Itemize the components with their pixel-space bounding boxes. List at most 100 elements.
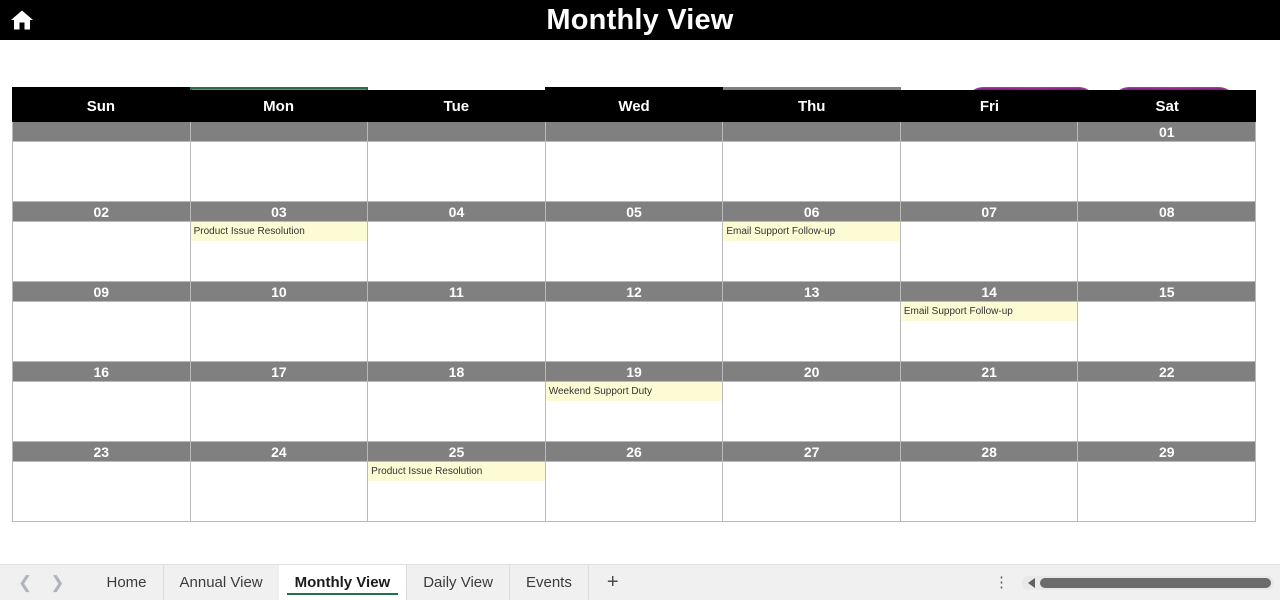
weekday-header-sun: Sun <box>86 97 116 115</box>
calendar-day-cell[interactable]: 04 <box>368 202 546 282</box>
day-cell-body[interactable] <box>546 462 723 521</box>
day-number <box>368 122 545 142</box>
sheet-tab-home[interactable]: Home <box>90 564 163 600</box>
calendar-day-cell[interactable]: 12 <box>545 282 724 362</box>
day-cell-body[interactable] <box>901 222 1078 281</box>
day-cell-body[interactable] <box>1078 382 1255 441</box>
calendar-day-cell[interactable]: 26 <box>545 442 724 522</box>
day-cell-body[interactable] <box>191 142 368 201</box>
calendar-day-cell[interactable]: 05 <box>545 202 724 282</box>
scrollbar-thumb[interactable] <box>1040 577 1271 588</box>
add-sheet-button[interactable]: + <box>587 564 637 600</box>
kebab-menu-icon[interactable]: ⋮ <box>982 575 1022 590</box>
scroll-left-arrow-icon[interactable] <box>1028 577 1035 588</box>
day-cell-body[interactable] <box>13 302 190 361</box>
calendar-day-cell[interactable]: 08 <box>1078 202 1257 282</box>
calendar-day-cell[interactable]: 18 <box>368 362 546 442</box>
day-cell-body[interactable] <box>546 302 723 361</box>
calendar-day-cell[interactable]: 24 <box>190 442 369 522</box>
chevron-left-icon[interactable]: ❮ <box>18 574 32 591</box>
day-cell-body[interactable]: Product Issue Resolution <box>368 462 545 521</box>
calendar-day-cell[interactable] <box>368 122 546 202</box>
day-cell-body[interactable] <box>546 142 723 201</box>
day-cell-body[interactable] <box>191 302 368 361</box>
calendar-day-cell[interactable]: 25 Product Issue Resolution <box>368 442 546 522</box>
day-number: 12 <box>545 282 723 302</box>
calendar-event[interactable]: Weekend Support Duty <box>545 382 723 401</box>
day-number: 13 <box>723 282 900 302</box>
calendar-day-cell[interactable] <box>12 122 191 202</box>
calendar-day-cell[interactable]: 21 <box>900 362 1079 442</box>
day-cell-body[interactable]: Product Issue Resolution <box>190 222 368 281</box>
day-cell-body[interactable] <box>723 142 900 201</box>
day-cell-body[interactable] <box>1078 222 1255 281</box>
day-cell-body[interactable] <box>901 142 1078 201</box>
calendar-day-cell[interactable]: 14 Email Support Follow-up <box>900 282 1079 362</box>
day-number: 06 <box>723 202 900 222</box>
calendar-day-cell[interactable]: 28 <box>900 442 1079 522</box>
day-number: 29 <box>1078 442 1256 462</box>
calendar-event[interactable]: Email Support Follow-up <box>723 222 900 241</box>
calendar-week-row: 16 17 18 19 Weekend Support Duty 20 21 22 <box>12 362 1257 442</box>
calendar-day-cell[interactable]: 20 <box>723 362 901 442</box>
calendar-day-cell[interactable] <box>723 122 901 202</box>
calendar-day-cell[interactable]: 15 <box>1078 282 1257 362</box>
calendar-day-cell[interactable] <box>190 122 369 202</box>
sheet-tab-annual-view[interactable]: Annual View <box>162 564 279 600</box>
day-cell-body[interactable] <box>1078 462 1255 521</box>
day-number: 10 <box>190 282 368 302</box>
day-cell-body[interactable] <box>1078 142 1255 201</box>
day-cell-body[interactable] <box>901 462 1078 521</box>
day-cell-body[interactable] <box>13 462 190 521</box>
calendar-day-cell[interactable]: 11 <box>368 282 546 362</box>
day-cell-body[interactable] <box>368 142 545 201</box>
sheet-tab-monthly-view[interactable]: Monthly View <box>278 564 407 600</box>
home-icon[interactable] <box>6 4 38 36</box>
calendar-day-cell[interactable]: 16 <box>12 362 191 442</box>
day-cell-body[interactable] <box>13 222 190 281</box>
calendar-day-cell[interactable] <box>900 122 1079 202</box>
calendar-day-cell[interactable]: 13 <box>723 282 901 362</box>
day-cell-body[interactable] <box>368 382 545 441</box>
calendar-day-cell[interactable]: 29 <box>1078 442 1257 522</box>
calendar-day-cell[interactable]: 23 <box>12 442 191 522</box>
day-cell-body[interactable]: Email Support Follow-up <box>723 222 900 281</box>
chevron-right-icon[interactable]: ❯ <box>50 574 64 591</box>
day-number: 23 <box>13 442 190 462</box>
calendar-day-cell[interactable]: 17 <box>190 362 369 442</box>
day-cell-body[interactable] <box>901 382 1078 441</box>
day-cell-body[interactable] <box>191 382 368 441</box>
calendar-event[interactable]: Email Support Follow-up <box>900 302 1078 321</box>
day-cell-body[interactable] <box>723 302 900 361</box>
calendar-day-cell[interactable]: 07 <box>900 202 1079 282</box>
day-cell-body[interactable] <box>191 462 368 521</box>
calendar-day-cell[interactable]: 09 <box>12 282 191 362</box>
day-cell-body[interactable] <box>546 222 723 281</box>
day-cell-body[interactable] <box>723 382 900 441</box>
day-cell-body[interactable]: Email Support Follow-up <box>900 302 1078 361</box>
calendar-day-cell[interactable]: 22 <box>1078 362 1257 442</box>
sheet-tab-events[interactable]: Events <box>508 564 588 600</box>
day-cell-body[interactable] <box>13 142 190 201</box>
calendar-day-cell[interactable] <box>545 122 724 202</box>
calendar-day-cell[interactable]: 01 <box>1078 122 1257 202</box>
day-cell-body[interactable] <box>1078 302 1255 361</box>
sheet-tab-daily-view[interactable]: Daily View <box>406 564 509 600</box>
day-number: 01 <box>1078 122 1256 142</box>
day-cell-body[interactable]: Weekend Support Duty <box>545 382 723 441</box>
calendar-day-cell[interactable]: 27 <box>723 442 901 522</box>
calendar-day-cell[interactable]: 02 <box>12 202 191 282</box>
monthly-view-app: Monthly View Month March Year 2025 Add N… <box>0 0 1280 600</box>
calendar-day-cell[interactable]: 03 Product Issue Resolution <box>190 202 369 282</box>
calendar-event[interactable]: Product Issue Resolution <box>190 222 368 241</box>
day-cell-body[interactable] <box>723 462 900 521</box>
calendar-event[interactable]: Product Issue Resolution <box>368 462 545 481</box>
day-cell-body[interactable] <box>13 382 190 441</box>
calendar-day-cell[interactable]: 19 Weekend Support Duty <box>545 362 724 442</box>
calendar-day-cell[interactable]: 06 Email Support Follow-up <box>723 202 901 282</box>
calendar-day-cell[interactable]: 10 <box>190 282 369 362</box>
weekday-header-tue: Tue <box>443 97 470 115</box>
day-cell-body[interactable] <box>368 302 545 361</box>
day-cell-body[interactable] <box>368 222 545 281</box>
horizontal-scrollbar[interactable] <box>1022 575 1274 590</box>
